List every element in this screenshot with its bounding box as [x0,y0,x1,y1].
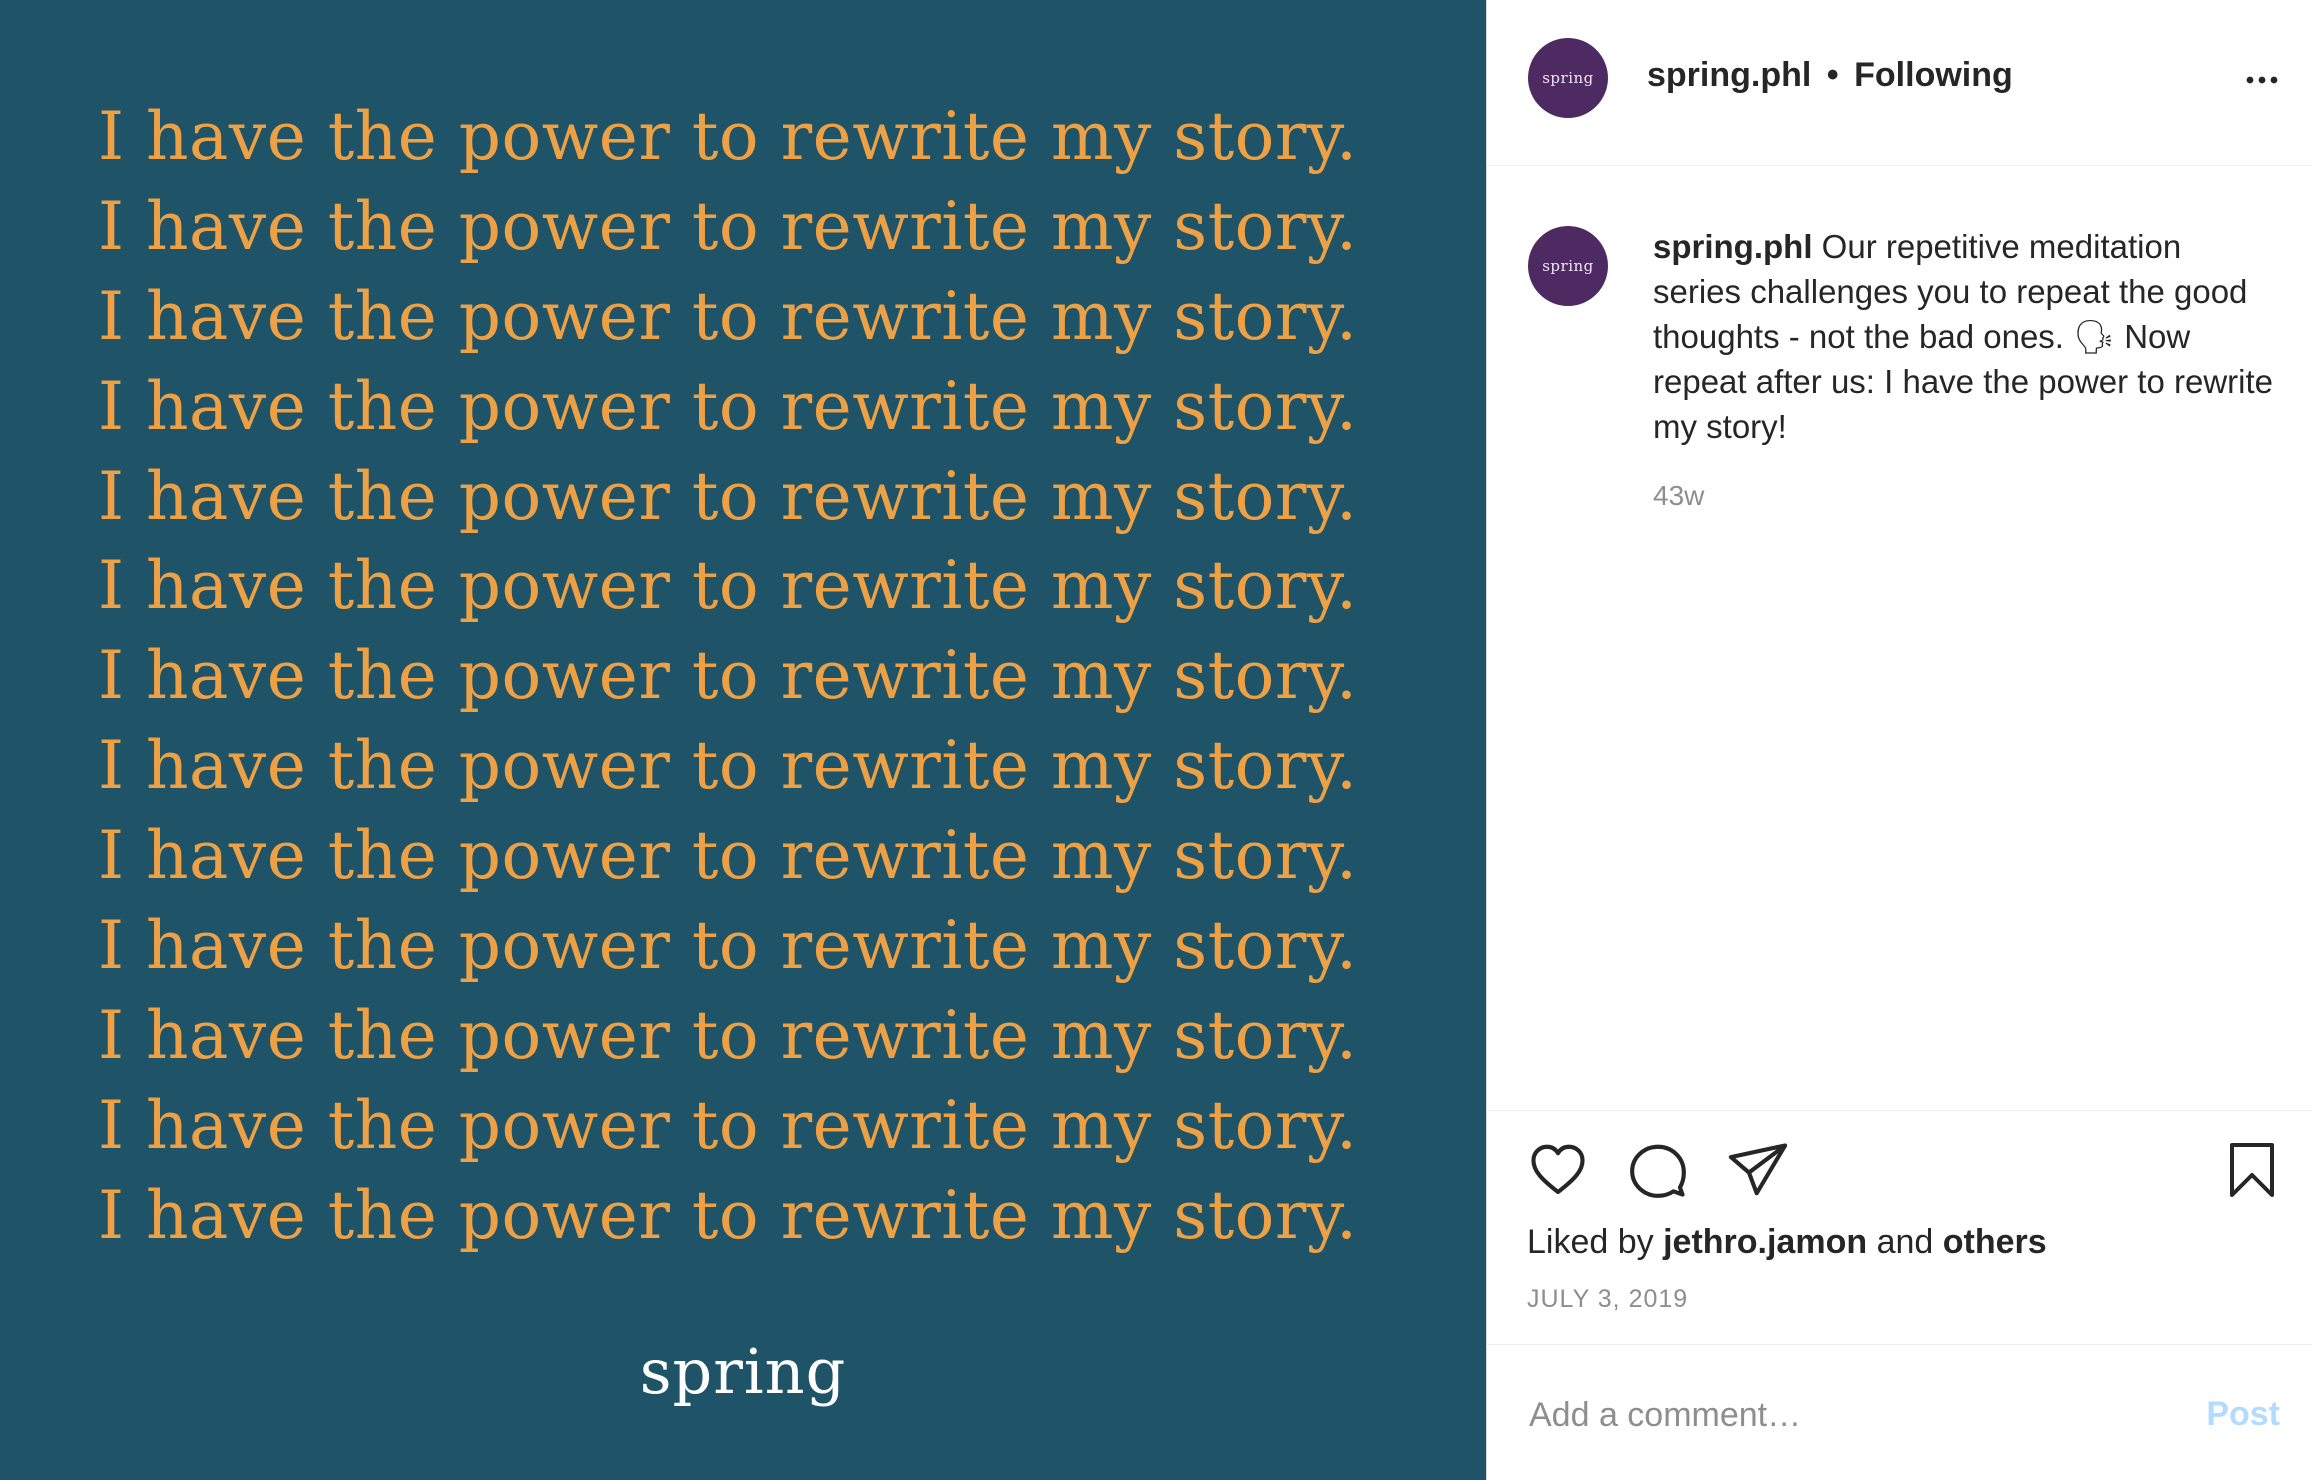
brand-logo: spring [639,1335,847,1408]
liked-by-user-link[interactable]: jethro.jamon [1663,1223,1867,1261]
caption-text: spring.phl Our repetitive meditation ser… [1653,224,2275,449]
post-comment-button[interactable]: Post [2206,1395,2280,1434]
caption-username[interactable]: spring.phl [1653,228,1813,265]
quote-line: I have the power to rewrite my story. [98,727,1358,805]
quote-line: I have the power to rewrite my story. [98,98,1358,175]
quote-line: I have the power to rewrite my story. [98,187,1358,265]
caption-area: spring spring.phl Our repetitive meditat… [1487,166,2312,1110]
post-date[interactable]: JULY 3, 2019 [1527,1285,1688,1314]
liked-by-prefix: Liked by [1527,1223,1654,1261]
instagram-post-view: I have the power to rewrite my story. I … [0,0,2312,1480]
liked-by-line: Liked by jethro.jamon and others [1527,1223,2047,1262]
post-image[interactable]: I have the power to rewrite my story. I … [0,0,1486,1480]
comment-box: Post [1487,1344,2312,1480]
liked-by-others-link[interactable]: others [1943,1223,2047,1261]
quote-line: I have the power to rewrite my story. [98,1086,1358,1164]
bookmark-icon[interactable] [2222,1139,2282,1201]
share-icon[interactable] [1727,1139,1789,1201]
quote-line: I have the power to rewrite my story. [98,817,1358,895]
quote-line: I have the power to rewrite my story. [98,367,1358,445]
caption-timestamp[interactable]: 43w [1653,480,1704,512]
header-separator: • [1826,56,1839,94]
actions-bar: Liked by jethro.jamon and others JULY 3,… [1487,1110,2312,1344]
post-header: spring spring.phl • Following [1487,0,2312,166]
avatar[interactable]: spring [1528,38,1608,118]
quote-line: I have the power to rewrite my story. [98,1176,1358,1254]
header-user-line: spring.phl • Following [1647,56,2013,95]
quote-line: I have the power to rewrite my story. [98,277,1358,355]
quote-line: I have the power to rewrite my story. [98,637,1358,715]
quote-lines: I have the power to rewrite my story. I … [98,92,1398,1261]
liked-by-and: and [1876,1223,1934,1261]
more-horizontal-icon[interactable] [2242,60,2282,100]
quote-line: I have the power to rewrite my story. [98,457,1358,535]
comment-icon[interactable] [1627,1139,1689,1201]
following-button[interactable]: Following [1854,56,2013,94]
header-username[interactable]: spring.phl [1647,56,1811,94]
comment-input[interactable] [1527,1389,2151,1441]
avatar[interactable]: spring [1528,226,1608,306]
quote-line: I have the power to rewrite my story. [98,547,1358,625]
heart-icon[interactable] [1527,1139,1589,1201]
quote-line: I have the power to rewrite my story. [98,996,1358,1074]
post-sidebar: spring spring.phl • Following spring spr… [1486,0,2312,1480]
quote-line: I have the power to rewrite my story. [98,907,1358,985]
